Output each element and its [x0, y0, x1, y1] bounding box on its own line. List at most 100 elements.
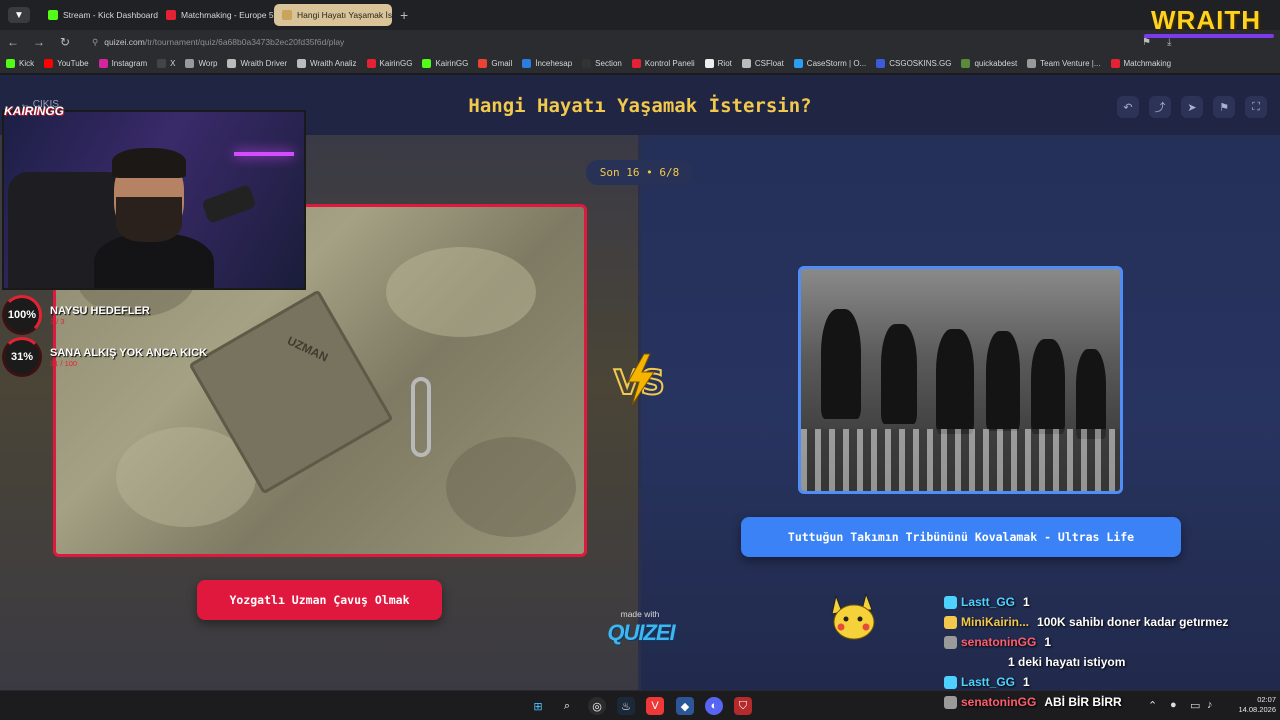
bookmark-item[interactable]: CSFloat	[741, 59, 784, 68]
bookmark-item[interactable]: Section	[582, 59, 622, 68]
bookmark-label: Worp	[198, 59, 218, 68]
bookmark-item[interactable]: X	[157, 59, 175, 68]
steam-icon[interactable]: ♨	[617, 697, 635, 715]
option-left-button[interactable]: Yozgatlı Uzman Çavuş Olmak	[197, 580, 442, 620]
round-indicator: Son 16 • 6/8	[586, 160, 693, 185]
bookmark-item[interactable]: CaseStorm | O...	[793, 59, 867, 68]
ultras-figure	[986, 331, 1020, 431]
undo-icon[interactable]: ↶	[1117, 96, 1139, 118]
bookmark-item[interactable]: Kontrol Paneli	[631, 59, 695, 68]
option-right-image[interactable]	[798, 266, 1123, 494]
share-icon[interactable]: ⤴	[1149, 96, 1171, 118]
reload-icon[interactable]: ↻	[52, 35, 78, 49]
bookmarks-bar: Kick YouTube Instagram X Worp Wraith Driver Wr…	[0, 54, 1280, 74]
new-tab-button[interactable]: +	[400, 7, 408, 23]
bookmark-item[interactable]: Instagram	[98, 59, 147, 68]
bookmark-item[interactable]: Gmail	[478, 59, 512, 68]
bookmark-item[interactable]: Team Venture |...	[1027, 59, 1101, 68]
ultras-figure	[1076, 349, 1106, 439]
send-icon[interactable]: ➤	[1181, 96, 1203, 118]
windows-start-icon[interactable]: ⊞	[529, 697, 547, 715]
tab-quiz[interactable]: Hangi Hayatı Yaşamak İster	[274, 4, 392, 26]
bookmark-favicon-icon	[793, 59, 803, 68]
chat-message: MiniKairin... 100K sahibı doner kadar get…	[944, 614, 1274, 631]
browser-menu-icon[interactable]: ▼	[8, 7, 30, 23]
option-right-button[interactable]: Tuttuğun Takımın Tribününü Kovalamak - U…	[741, 517, 1181, 557]
address-field[interactable]: ⚲ quizei.com/tr/tournament/quiz/6a68b0a3…	[84, 33, 1134, 51]
bookmark-icon[interactable]: ⚑	[1142, 37, 1151, 48]
url-path: /tr/tournament/quiz/6a68b0a3473b2ec20fd3…	[144, 37, 345, 47]
bookmark-item[interactable]: Riot	[704, 59, 732, 68]
goal-text: SANA ALKIŞ YOK ANCA KICK 31 / 100	[50, 347, 207, 368]
fullscreen-icon[interactable]: ⛶	[1245, 96, 1267, 118]
bookmark-item[interactable]: Matchmaking	[1110, 59, 1172, 68]
tab-label: Matchmaking - Europe 5v5	[181, 10, 274, 20]
chat-username[interactable]: Lastt_GG	[961, 674, 1015, 691]
quizei-icon	[282, 10, 292, 20]
bookmark-label: quickabdest	[974, 59, 1018, 68]
bookmark-item[interactable]: Wraith Driver	[227, 59, 287, 68]
bookmark-label: Matchmaking	[1123, 59, 1172, 68]
bookmark-label: İncehesap	[535, 59, 573, 68]
bookmark-item[interactable]: İncehesap	[522, 59, 572, 68]
channel-tag: KAIRINGG	[4, 104, 64, 118]
bookmark-favicon-icon	[961, 59, 971, 68]
stand-seats	[801, 429, 1120, 491]
tab-label: Hangi Hayatı Yaşamak İster	[297, 10, 392, 20]
search-icon[interactable]: ⌕	[558, 697, 576, 715]
back-icon[interactable]: ←	[0, 35, 26, 49]
discord-icon[interactable]: ◐	[705, 697, 723, 715]
bookmark-item[interactable]: YouTube	[44, 59, 89, 68]
bookmark-item[interactable]: quickabdest	[961, 59, 1017, 68]
bookmark-item[interactable]: Wraith Analiz	[296, 59, 357, 68]
bookmark-label: KairinGG	[379, 59, 413, 68]
bookmark-label: CaseStorm | O...	[806, 59, 867, 68]
chrome-icon[interactable]: ◎	[588, 697, 606, 715]
chat-username[interactable]: senatoninGG	[961, 694, 1036, 711]
app-icon[interactable]: ◆	[676, 697, 694, 715]
bookmark-favicon-icon	[741, 59, 751, 68]
chat-text: 1	[1023, 675, 1030, 689]
forward-icon[interactable]: →	[26, 35, 52, 49]
ultras-figure	[821, 309, 861, 419]
chat-badge-icon	[944, 696, 957, 709]
bookmark-item[interactable]: Kick	[6, 59, 34, 68]
flag-icon[interactable]: ⚑	[1213, 96, 1235, 118]
bookmark-item[interactable]: CSGOSKINS.GG	[876, 59, 951, 68]
chat-badge-icon	[944, 636, 957, 649]
download-icon[interactable]: ⤓	[1167, 37, 1171, 48]
chat-username[interactable]: Lastt_GG	[961, 594, 1015, 611]
goal-progress: 31 / 100	[50, 358, 78, 368]
chat-username[interactable]: MiniKairin...	[961, 614, 1029, 631]
bookmark-item[interactable]: Worp	[185, 59, 217, 68]
chat-overlay: Lastt_GG 1 MiniKairin... 100K sahibı doner …	[944, 594, 1274, 714]
carabiner-clip	[411, 377, 431, 457]
bookmark-favicon-icon	[582, 59, 592, 68]
bookmark-item[interactable]: KairinGG	[422, 59, 468, 68]
tab-matchmaking[interactable]: Matchmaking - Europe 5v5	[158, 4, 274, 26]
bookmark-favicon-icon	[522, 59, 532, 68]
bookmark-label: Wraith Driver	[240, 59, 287, 68]
goal-progress: 3 / 3	[50, 316, 65, 326]
chat-message: senatoninGG ABİ BİR BİRR	[944, 694, 1274, 711]
bookmark-favicon-icon	[44, 59, 54, 68]
site-info-icon[interactable]: ⚲	[92, 37, 98, 48]
vivaldi-icon[interactable]: V	[646, 697, 664, 715]
chat-badge-icon	[944, 596, 957, 609]
chat-text: 1	[1023, 595, 1030, 609]
quizei-logo[interactable]: QUIZEI	[596, 620, 686, 646]
chat-text: 1	[1044, 635, 1052, 649]
bookmark-label: Team Venture |...	[1040, 59, 1101, 68]
bookmark-item[interactable]: KairinGG	[366, 59, 413, 68]
tab-kick-dashboard[interactable]: Stream - Kick Dashboard	[40, 4, 158, 26]
chat-message: Lastt_GG 1	[944, 594, 1274, 611]
streamer	[94, 148, 214, 288]
bookmark-favicon-icon	[704, 59, 714, 68]
goal-widget: 31% SANA ALKIŞ YOK ANCA KICK 31 / 100	[2, 337, 207, 377]
bookmark-favicon-icon	[876, 59, 886, 68]
shield-icon[interactable]: ⛉	[734, 697, 752, 715]
chat-message: senatoninGG 1	[944, 634, 1274, 651]
chat-username[interactable]: senatoninGG	[961, 634, 1036, 651]
streamer-hair	[112, 148, 186, 178]
url-host: quizei.com	[104, 37, 145, 47]
